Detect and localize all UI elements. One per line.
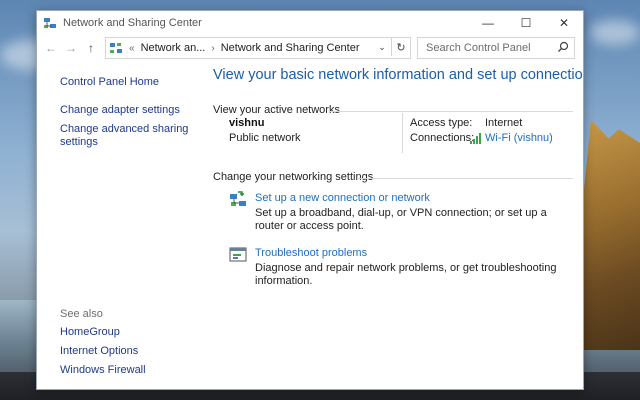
window-title: Network and Sharing Center <box>63 17 202 29</box>
network-category[interactable]: Public network <box>229 132 301 144</box>
access-type-value: Internet <box>485 117 523 129</box>
breadcrumb-network-internet[interactable]: Network an... <box>141 42 206 54</box>
internet-options-link[interactable]: Internet Options <box>60 345 138 358</box>
connections-label: Connections: <box>410 132 475 144</box>
access-type-label: Access type: <box>410 117 473 129</box>
breadcrumb-overflow[interactable]: « <box>129 43 135 54</box>
setup-connection-description: Set up a broadband, dial-up, or VPN conn… <box>255 207 547 232</box>
troubleshoot-problems-link[interactable]: Troubleshoot problems <box>255 247 367 259</box>
troubleshoot-problems-description: Diagnose and repair network problems, or… <box>255 262 557 287</box>
address-row: ← → ↑ « Network an... › Network and Shar… <box>37 35 583 61</box>
new-connection-icon <box>230 191 246 206</box>
see-also-heading: See also <box>60 308 103 320</box>
address-bar[interactable]: « Network an... › Network and Sharing Ce… <box>105 37 411 59</box>
maximize-button[interactable]: ☐ <box>507 11 545 35</box>
cloud <box>590 20 640 45</box>
breadcrumb-separator[interactable]: › <box>211 43 214 54</box>
forward-button[interactable]: → <box>61 38 81 58</box>
page-title: View your basic network information and … <box>213 67 584 83</box>
search-input[interactable] <box>424 41 558 55</box>
divider <box>357 178 573 179</box>
network-location-icon <box>110 43 122 53</box>
network-app-icon <box>44 18 56 28</box>
search-icon[interactable] <box>557 41 569 53</box>
homegroup-link[interactable]: HomeGroup <box>60 326 120 339</box>
setup-connection-link[interactable]: Set up a new connection or network <box>255 192 430 204</box>
active-networks-title: View your active networks <box>213 104 340 116</box>
search-box[interactable] <box>417 37 575 59</box>
control-panel-home-link[interactable]: Control Panel Home <box>60 76 159 89</box>
divider <box>329 111 573 112</box>
troubleshoot-icon <box>229 247 247 262</box>
minimize-button[interactable]: — <box>469 11 507 35</box>
up-button[interactable]: ↑ <box>81 38 101 58</box>
network-sharing-center-window: Network and Sharing Center — ☐ ✕ ← → ↑ «… <box>36 10 584 390</box>
networking-settings-title: Change your networking settings <box>213 171 374 183</box>
change-adapter-settings-link[interactable]: Change adapter settings <box>60 104 180 117</box>
vertical-divider <box>402 113 403 153</box>
change-advanced-sharing-settings-link[interactable]: Change advanced sharing settings <box>60 123 190 149</box>
wifi-signal-icon <box>470 133 481 144</box>
back-button[interactable]: ← <box>41 38 61 58</box>
close-button[interactable]: ✕ <box>545 11 583 35</box>
main-pane: View your basic network information and … <box>205 61 583 389</box>
windows-firewall-link[interactable]: Windows Firewall <box>60 364 146 377</box>
breadcrumb-network-sharing-center[interactable]: Network and Sharing Center <box>221 42 360 54</box>
title-bar[interactable]: Network and Sharing Center — ☐ ✕ <box>37 11 583 35</box>
wifi-connection-link[interactable]: Wi-Fi (vishnu) <box>485 132 553 144</box>
address-dropdown-icon[interactable]: ⌄ <box>374 38 390 56</box>
left-pane: Control Panel Home Change adapter settin… <box>37 61 205 389</box>
refresh-icon[interactable]: ↻ <box>391 38 410 56</box>
network-name: vishnu <box>229 117 265 129</box>
